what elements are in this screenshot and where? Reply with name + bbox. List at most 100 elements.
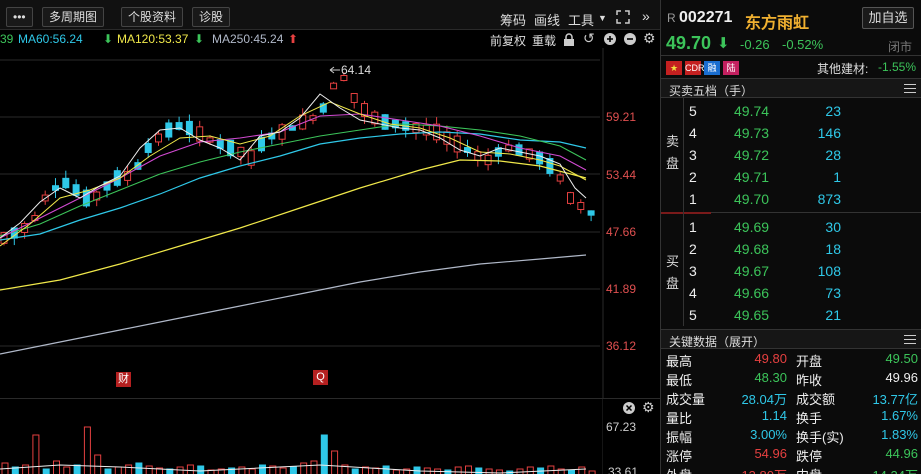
forward-adjust-button[interactable]: 前复权	[490, 32, 526, 49]
sell-row[interactable]: 1 49.70 873	[661, 188, 921, 210]
orderbook-header: 买卖五档（手）	[661, 78, 921, 98]
sell-row[interactable]: 5 49.74 23	[661, 100, 921, 122]
sell-level: 1	[689, 191, 697, 207]
peak-marker	[329, 66, 340, 74]
orderbook-menu-icon[interactable]	[904, 84, 916, 93]
industry-pct: -1.55%	[878, 60, 917, 74]
sell-row[interactable]: 3 49.72 28	[661, 144, 921, 166]
ma250-up-icon: ⬆	[288, 32, 299, 46]
price-change: -0.26	[740, 37, 770, 52]
keydata-row: 成交量 28.04万 成交额 13.77亿	[661, 388, 921, 407]
industry-label[interactable]: 其他建材:	[817, 60, 868, 77]
close-subchart-icon[interactable]	[623, 402, 635, 414]
buy-row[interactable]: 5 49.65 21	[661, 304, 921, 326]
sell-row[interactable]: 4 49.73 146	[661, 122, 921, 144]
ma-legend: 39 MA60:56.24 ⬇ MA120:53.37 ⬇ MA250:45.2…	[0, 30, 660, 48]
ma30-line	[0, 123, 587, 237]
keydata-label-right: 换手(实)	[796, 430, 844, 445]
volume-bar	[248, 468, 256, 474]
ma250-value: MA250:45.24	[212, 32, 284, 46]
keydata-row: 振幅 3.00% 换手(实) 1.83%	[661, 426, 921, 445]
quote-panel: R 002271 东方雨虹 加自选 49.70 ⬇ -0.26 -0.52% 闭…	[660, 0, 921, 474]
keydata-value-right: 13.77亿	[872, 392, 918, 407]
buy-row[interactable]: 3 49.67 108	[661, 260, 921, 282]
sell-row[interactable]: 2 49.71 1	[661, 166, 921, 188]
buy-level: 2	[689, 241, 697, 257]
keydata-value-right: 1.67%	[881, 408, 918, 423]
more-button[interactable]: •••	[6, 7, 33, 27]
candle-body	[484, 154, 492, 166]
reload-button[interactable]: 重载	[532, 32, 556, 49]
candlesticks	[0, 72, 595, 246]
collapse-panel-icon[interactable]: »	[642, 8, 650, 24]
keydata-label-right: 跌停	[796, 449, 823, 464]
keydata-header[interactable]: 关键数据（展开）	[661, 329, 921, 349]
y-tick-1: 59.21	[606, 110, 637, 124]
volume-bar	[238, 466, 246, 474]
lock-icon[interactable]	[563, 33, 575, 46]
q-event-badge[interactable]: Q	[313, 370, 328, 385]
buy-price: 49.67	[734, 263, 770, 279]
volume-bar	[259, 464, 266, 474]
buy-row[interactable]: 2 49.68 18	[661, 238, 921, 260]
diagnose-button[interactable]: 诊股	[192, 7, 231, 27]
y-tick-3: 47.66	[606, 225, 637, 239]
volume-bar	[310, 460, 318, 474]
stock-info-button[interactable]: 个股资料	[121, 7, 184, 27]
keydata-label-right: 昨收	[796, 373, 823, 388]
buy-row[interactable]: 4 49.66 73	[661, 282, 921, 304]
buy-level: 4	[689, 285, 697, 301]
add-watchlist-button[interactable]: 加自选	[862, 7, 914, 29]
volume-bar	[104, 468, 112, 474]
keydata-value-left: 3.00%	[750, 427, 787, 442]
volume-bar	[145, 465, 153, 474]
kline-chart[interactable]: 64.14 59.21 53.44 47.66 41.89 36.12 财 Q	[0, 48, 660, 398]
keydata-menu-icon[interactable]	[904, 335, 916, 344]
price-down-icon: ⬇	[717, 35, 730, 52]
sell-volume: 146	[817, 125, 841, 141]
volume-bar	[94, 454, 102, 474]
tools-dropdown-icon[interactable]: ▼	[598, 13, 607, 23]
keydata-row: 最低 48.30 昨收 49.96	[661, 369, 921, 388]
sub-tick-2: 33.61	[608, 465, 639, 474]
buy-volume: 18	[825, 241, 841, 257]
undo-icon[interactable]: ↺	[583, 30, 595, 47]
multi-period-button[interactable]: 多周期图	[42, 7, 105, 27]
stock-name: 东方雨虹	[745, 15, 810, 32]
grid-lines	[0, 48, 604, 398]
ma120-value: MA120:53.37	[117, 32, 189, 46]
sell-price: 49.70	[734, 191, 770, 207]
candle-body	[165, 122, 173, 138]
tools-button[interactable]: 工具	[568, 10, 594, 29]
volume-chart[interactable]: ⚙ 67.23 33.61	[0, 398, 660, 474]
candle-body	[567, 192, 574, 204]
draw-line-button[interactable]: 画线	[534, 10, 560, 29]
sub-tick-1: 67.23	[606, 420, 637, 434]
zoom-in-icon[interactable]	[604, 33, 616, 45]
subchart-settings-icon[interactable]: ⚙	[642, 399, 655, 416]
finance-event-badge[interactable]: 财	[116, 372, 131, 387]
keydata-row: 量比 1.14 换手 1.67%	[661, 407, 921, 426]
volume-bar	[197, 465, 205, 474]
keydata-value-left: 49.80	[754, 351, 787, 366]
candle-body	[587, 210, 595, 216]
candle-body	[515, 144, 523, 156]
spread-divider	[661, 212, 711, 214]
sell-level: 3	[689, 147, 697, 163]
sell-price: 49.73	[734, 125, 770, 141]
settings-gear-icon[interactable]: ⚙	[643, 30, 656, 47]
keydata-title: 关键数据（展开）	[669, 335, 766, 349]
zoom-out-icon[interactable]	[624, 33, 636, 45]
ma60-down-icon: ⬇	[103, 32, 114, 46]
ma250-line	[0, 254, 587, 355]
fullscreen-icon[interactable]	[616, 10, 630, 24]
volume-bar	[351, 468, 359, 474]
chip-button[interactable]: 筹码	[500, 10, 526, 29]
keydata-label-left: 成交量	[666, 392, 706, 407]
price-change-pct: -0.52%	[782, 37, 824, 52]
buy-row[interactable]: 1 49.69 30	[661, 216, 921, 238]
volume-bar	[454, 466, 462, 474]
candle-body	[144, 143, 152, 153]
volume-bar	[382, 465, 390, 474]
candle-body	[556, 174, 564, 182]
